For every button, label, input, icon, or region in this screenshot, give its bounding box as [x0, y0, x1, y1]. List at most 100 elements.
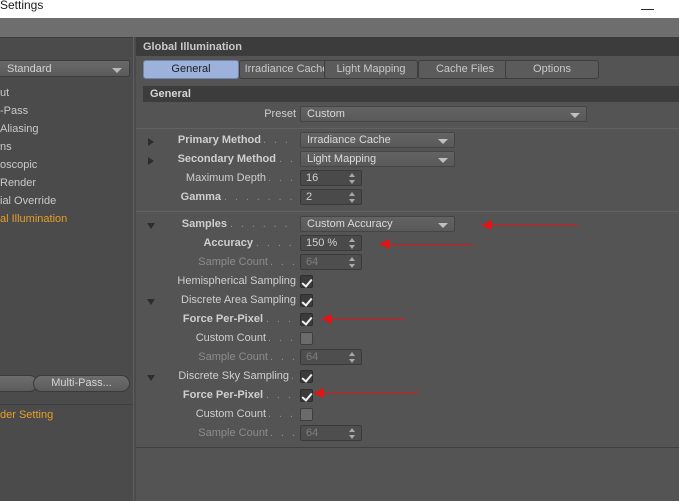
leader-dots: . . . .: [279, 153, 297, 165]
accuracy-label: Accuracy: [203, 237, 253, 249]
leader-dots: . . . . . .: [270, 427, 296, 439]
primary-method-label: Primary Method: [177, 134, 261, 146]
row-samples: Samples . . . . . . . . . . . Custom Acc…: [136, 216, 679, 235]
disclosure-triangle-icon[interactable]: [148, 138, 154, 146]
divider: [136, 447, 679, 448]
leader-dots: . . . . . .: [268, 408, 296, 420]
row-preset: Preset Custom: [136, 106, 679, 125]
arrow-force-per-pixel-sky: [313, 388, 419, 399]
custom-count-label: Custom Count: [195, 408, 266, 420]
divider: [136, 128, 679, 129]
spinner-icon[interactable]: [349, 192, 356, 204]
sample-count-field[interactable]: 64: [300, 254, 362, 270]
gamma-field[interactable]: 2: [300, 189, 362, 205]
spinner-icon[interactable]: [349, 238, 356, 250]
sidebar-item-label: oscopic: [0, 159, 38, 171]
arrow-samples: [481, 220, 578, 231]
disclosure-triangle-icon[interactable]: [147, 375, 155, 381]
renderer-dropdown[interactable]: Standard: [0, 60, 130, 77]
force-per-pixel-label: Force Per-Pixel: [182, 389, 263, 401]
sidebar-buttons: Multi-Pass...: [0, 375, 133, 397]
window-title: Settings: [0, 0, 44, 12]
sample-count-value: 64: [306, 427, 319, 439]
sample-count-field[interactable]: 64: [300, 425, 362, 441]
spinner-icon[interactable]: [349, 173, 356, 185]
minimize-icon[interactable]: [641, 3, 655, 15]
gamma-value: 2: [306, 191, 313, 203]
sidebar-item-label: ns: [0, 141, 12, 153]
leader-dots: . . . . .: [266, 313, 296, 325]
sample-count-field[interactable]: 64: [300, 349, 362, 365]
maximum-depth-field[interactable]: 16: [300, 170, 362, 186]
sidebar-item-antialiasing[interactable]: Aliasing: [0, 120, 133, 138]
sidebar-item-label: ut: [0, 87, 10, 99]
force-per-pixel-area-checkbox[interactable]: [300, 313, 313, 326]
tab-bar: General Irradiance Cache Light Mapping C…: [136, 60, 679, 79]
disclosure-triangle-icon[interactable]: [147, 299, 155, 305]
preset-value: Custom: [307, 108, 345, 120]
row-sample-count-3: Sample Count . . . . . . 64: [136, 425, 679, 444]
chevron-down-icon: [570, 113, 580, 118]
sidebar-item-options[interactable]: ns: [0, 138, 133, 156]
tab-light-mapping[interactable]: Light Mapping: [324, 60, 418, 79]
row-hemispherical-sampling: Hemispherical Sampling: [136, 273, 679, 292]
force-per-pixel-label: Force Per-Pixel: [182, 313, 263, 325]
row-force-per-pixel-area: Force Per-Pixel . . . . .: [136, 311, 679, 330]
discrete-sky-sampling-label: Discrete Sky Sampling: [178, 370, 289, 382]
samples-value: Custom Accuracy: [307, 218, 393, 230]
sidebar-item-save[interactable]: -Pass: [0, 102, 133, 120]
leader-dots: . . . . . .: [270, 351, 296, 363]
leader-dots: . . . . . . . . . . . .: [224, 191, 296, 203]
primary-method-value: Irradiance Cache: [307, 134, 391, 146]
renderer-dropdown-value: Standard: [7, 63, 52, 75]
row-gamma: Gamma . . . . . . . . . . . . 2: [136, 189, 679, 208]
sidebar-item-team-render[interactable]: Render: [0, 174, 133, 192]
sample-count-value: 64: [306, 256, 319, 268]
spinner-icon[interactable]: [349, 428, 356, 440]
discrete-area-sampling-checkbox[interactable]: [300, 294, 313, 307]
sidebar: Standard ut -Pass Aliasing ns oscopic Re…: [0, 37, 133, 501]
sidebar-list: ut -Pass Aliasing ns oscopic Render ial …: [0, 84, 133, 228]
custom-count-area-checkbox[interactable]: [300, 332, 313, 345]
tab-cache-files[interactable]: Cache Files: [418, 60, 512, 79]
sidebar-item-material-override[interactable]: ial Override: [0, 192, 133, 210]
discrete-sky-sampling-checkbox[interactable]: [300, 370, 313, 383]
custom-count-sky-checkbox[interactable]: [300, 408, 313, 421]
preset-dropdown[interactable]: Custom: [300, 106, 587, 122]
leader-dots: . . . . . .: [270, 256, 296, 268]
tab-options[interactable]: Options: [505, 60, 599, 79]
chevron-down-icon: [438, 139, 448, 144]
chevron-down-icon: [438, 158, 448, 163]
row-maximum-depth: Maximum Depth . . . . . . 16: [136, 170, 679, 189]
leader-dots: . . . . .: [266, 389, 296, 401]
sidebar-item-label: al Illumination: [0, 213, 68, 225]
sidebar-item-stereoscopic[interactable]: oscopic: [0, 156, 133, 174]
sample-count-value: 64: [306, 351, 319, 363]
divider: [136, 211, 679, 212]
spinner-icon[interactable]: [349, 257, 356, 269]
tab-irradiance-cache[interactable]: Irradiance Cache: [239, 60, 334, 79]
primary-method-dropdown[interactable]: Irradiance Cache: [300, 132, 455, 148]
force-per-pixel-sky-checkbox[interactable]: [300, 389, 313, 402]
arrow-accuracy: [379, 239, 473, 250]
spinner-icon[interactable]: [349, 352, 356, 364]
maximum-depth-value: 16: [306, 172, 319, 184]
accuracy-field[interactable]: 150 %: [300, 235, 362, 251]
accuracy-value: 150 %: [306, 237, 338, 249]
maximum-depth-label: Maximum Depth: [185, 172, 266, 184]
sidebar-item-global-illumination[interactable]: al Illumination: [0, 210, 133, 228]
secondary-method-dropdown[interactable]: Light Mapping: [300, 151, 455, 167]
section-header-general: General: [143, 86, 679, 102]
disclosure-triangle-icon[interactable]: [147, 223, 155, 229]
disclosure-triangle-icon[interactable]: [148, 157, 154, 165]
leader-dots: . . . . . .: [268, 332, 296, 344]
samples-dropdown[interactable]: Custom Accuracy: [300, 216, 455, 232]
multi-pass-button[interactable]: Multi-Pass...: [33, 375, 130, 392]
tab-general[interactable]: General: [143, 60, 239, 79]
hemispherical-sampling-label: Hemispherical Sampling: [177, 275, 296, 287]
sidebar-item-output[interactable]: ut: [0, 84, 133, 102]
discrete-area-sampling-label: Discrete Area Sampling: [181, 294, 296, 306]
chevron-down-icon: [438, 223, 448, 228]
hemispherical-sampling-checkbox[interactable]: [300, 275, 313, 288]
sample-count-label: Sample Count: [198, 351, 268, 363]
